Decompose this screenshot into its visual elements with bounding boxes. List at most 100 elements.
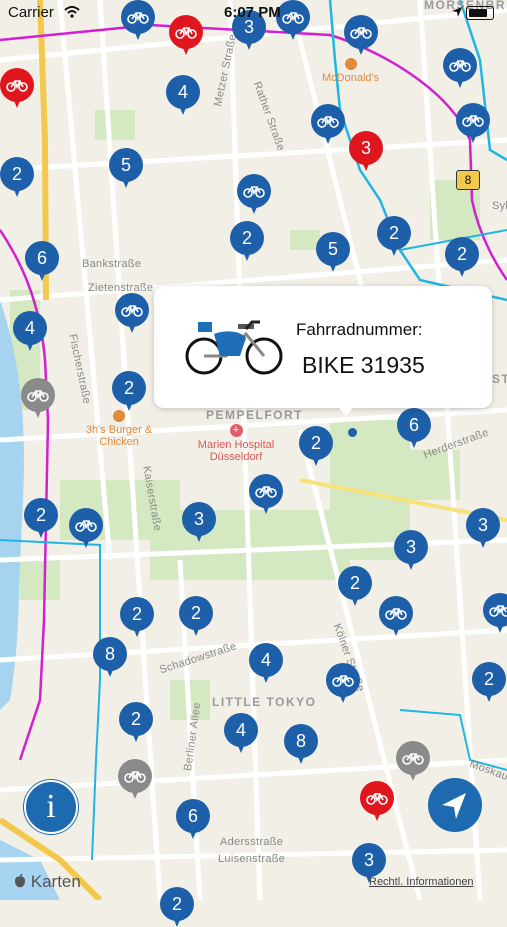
bike-pin[interactable] [311,104,345,144]
bike-pin[interactable] [483,593,507,633]
pin-tail [361,159,371,171]
bike-pin[interactable] [0,68,34,108]
bike-pin[interactable] [326,663,360,703]
bike-cluster-pin[interactable]: 2 [179,596,213,636]
bike-pin[interactable] [379,596,413,636]
pin-tail [133,28,143,40]
pin-tail [191,624,201,636]
bike-cluster-pin[interactable]: 2 [160,887,194,927]
bike-pin[interactable] [115,293,149,333]
pin-tail [338,691,348,703]
poi-burger[interactable]: 3h's Burger & Chicken [74,410,164,448]
pin-tail [127,321,137,333]
pin-tail [455,76,465,88]
pin-tail [181,43,191,55]
bike-cluster-pin[interactable]: 5 [109,148,143,188]
pin-tail [242,249,252,261]
pin-tail [37,269,47,281]
pin-tail [81,536,91,548]
bike-cluster-pin[interactable]: 4 [224,713,258,753]
bike-cluster-pin[interactable]: 2 [24,498,58,538]
bike-callout[interactable]: Fahrradnummer: BIKE 31935 [154,286,492,416]
pin-tail [236,741,246,753]
bike-cluster-pin[interactable]: 4 [166,75,200,115]
bike-cluster-pin[interactable]: 2 [338,566,372,606]
bike-pin[interactable] [118,759,152,799]
poi-hospital[interactable]: + Marien Hospital Düsseldorf [186,424,286,463]
carrier-label: Carrier [8,4,54,21]
callout-pointer [336,404,356,416]
bike-pin[interactable] [396,741,430,781]
poi-mcdonalds[interactable]: McDonald's [322,58,379,84]
pin-tail [323,132,333,144]
bike-cluster-pin[interactable]: 2 [472,662,506,702]
pin-tail [178,103,188,115]
bike-cluster-pin[interactable]: 8 [284,724,318,764]
bike-cluster-pin[interactable]: 6 [397,408,431,448]
bike-cluster-pin[interactable]: 6 [25,241,59,281]
pin-tail [124,399,134,411]
pin-tail [389,244,399,256]
map-view[interactable]: Metzer Straße Rather Straße Bankstraße Z… [0,0,507,927]
locate-me-button[interactable] [428,778,482,832]
bike-cluster-pin[interactable]: 2 [230,221,264,261]
bike-cluster-pin[interactable]: 4 [13,311,47,351]
bike-cluster-pin[interactable]: 3 [466,508,500,548]
bike-cluster-pin[interactable]: 2 [119,702,153,742]
pin-tail [350,594,360,606]
user-location-dot [348,428,357,437]
pin-tail [288,28,298,40]
pin-tail [36,526,46,538]
highway-shield: 8 [456,170,480,190]
bike-pin[interactable] [360,781,394,821]
pin-tail [372,809,382,821]
bike-cluster-pin[interactable]: 3 [182,502,216,542]
bike-pin[interactable] [456,103,490,143]
street-label: Bankstraße [82,258,142,270]
bike-cluster-pin[interactable]: 8 [93,637,127,677]
bike-cluster-pin[interactable]: 2 [377,216,411,256]
bike-pin[interactable] [249,474,283,514]
maps-brand-label: Karten [30,872,81,891]
bike-cluster-pin[interactable]: 4 [249,643,283,683]
bike-cluster-pin[interactable]: 3 [349,131,383,171]
pin-tail [408,769,418,781]
bike-cluster-pin[interactable]: 2 [445,237,479,277]
street-label: Luisenstraße [218,853,286,865]
district-label: PEMPELFORT [206,408,304,422]
pin-tail [296,752,306,764]
bike-pin[interactable] [237,174,271,214]
pin-tail [409,436,419,448]
bike-pin[interactable] [21,378,55,418]
bike-cluster-pin[interactable]: 2 [120,597,154,637]
pin-tail [356,43,366,55]
pin-tail [188,827,198,839]
pin-tail [33,406,43,418]
pin-tail [468,131,478,143]
maps-attribution: Karten [14,872,81,892]
pin-tail [131,730,141,742]
clock: 6:07 PM [224,4,281,21]
bike-cluster-pin[interactable]: 6 [176,799,210,839]
info-button[interactable]: i [24,780,78,834]
pin-tail [261,671,271,683]
pin-tail [328,260,338,272]
poi-label: McDonald's [322,72,380,84]
pin-tail [121,176,131,188]
bike-cluster-pin[interactable]: 2 [112,371,146,411]
bike-image [185,320,283,375]
bike-pin[interactable] [69,508,103,548]
bike-cluster-pin[interactable]: 5 [316,232,350,272]
legal-info-link[interactable]: Rechtl. Informationen [369,876,474,888]
poi-label: Marien Hospital Düsseldorf [197,439,275,463]
pin-tail [484,690,494,702]
bike-pin[interactable] [443,48,477,88]
pin-tail [172,915,182,927]
status-bar: Carrier 6:07 PM [0,0,507,26]
bike-cluster-pin[interactable]: 2 [299,426,333,466]
bike-number: BIKE 31935 [302,352,425,378]
pin-tail [457,265,467,277]
bike-cluster-pin[interactable]: 3 [394,530,428,570]
battery-icon [466,6,494,20]
bike-cluster-pin[interactable]: 2 [0,157,34,197]
